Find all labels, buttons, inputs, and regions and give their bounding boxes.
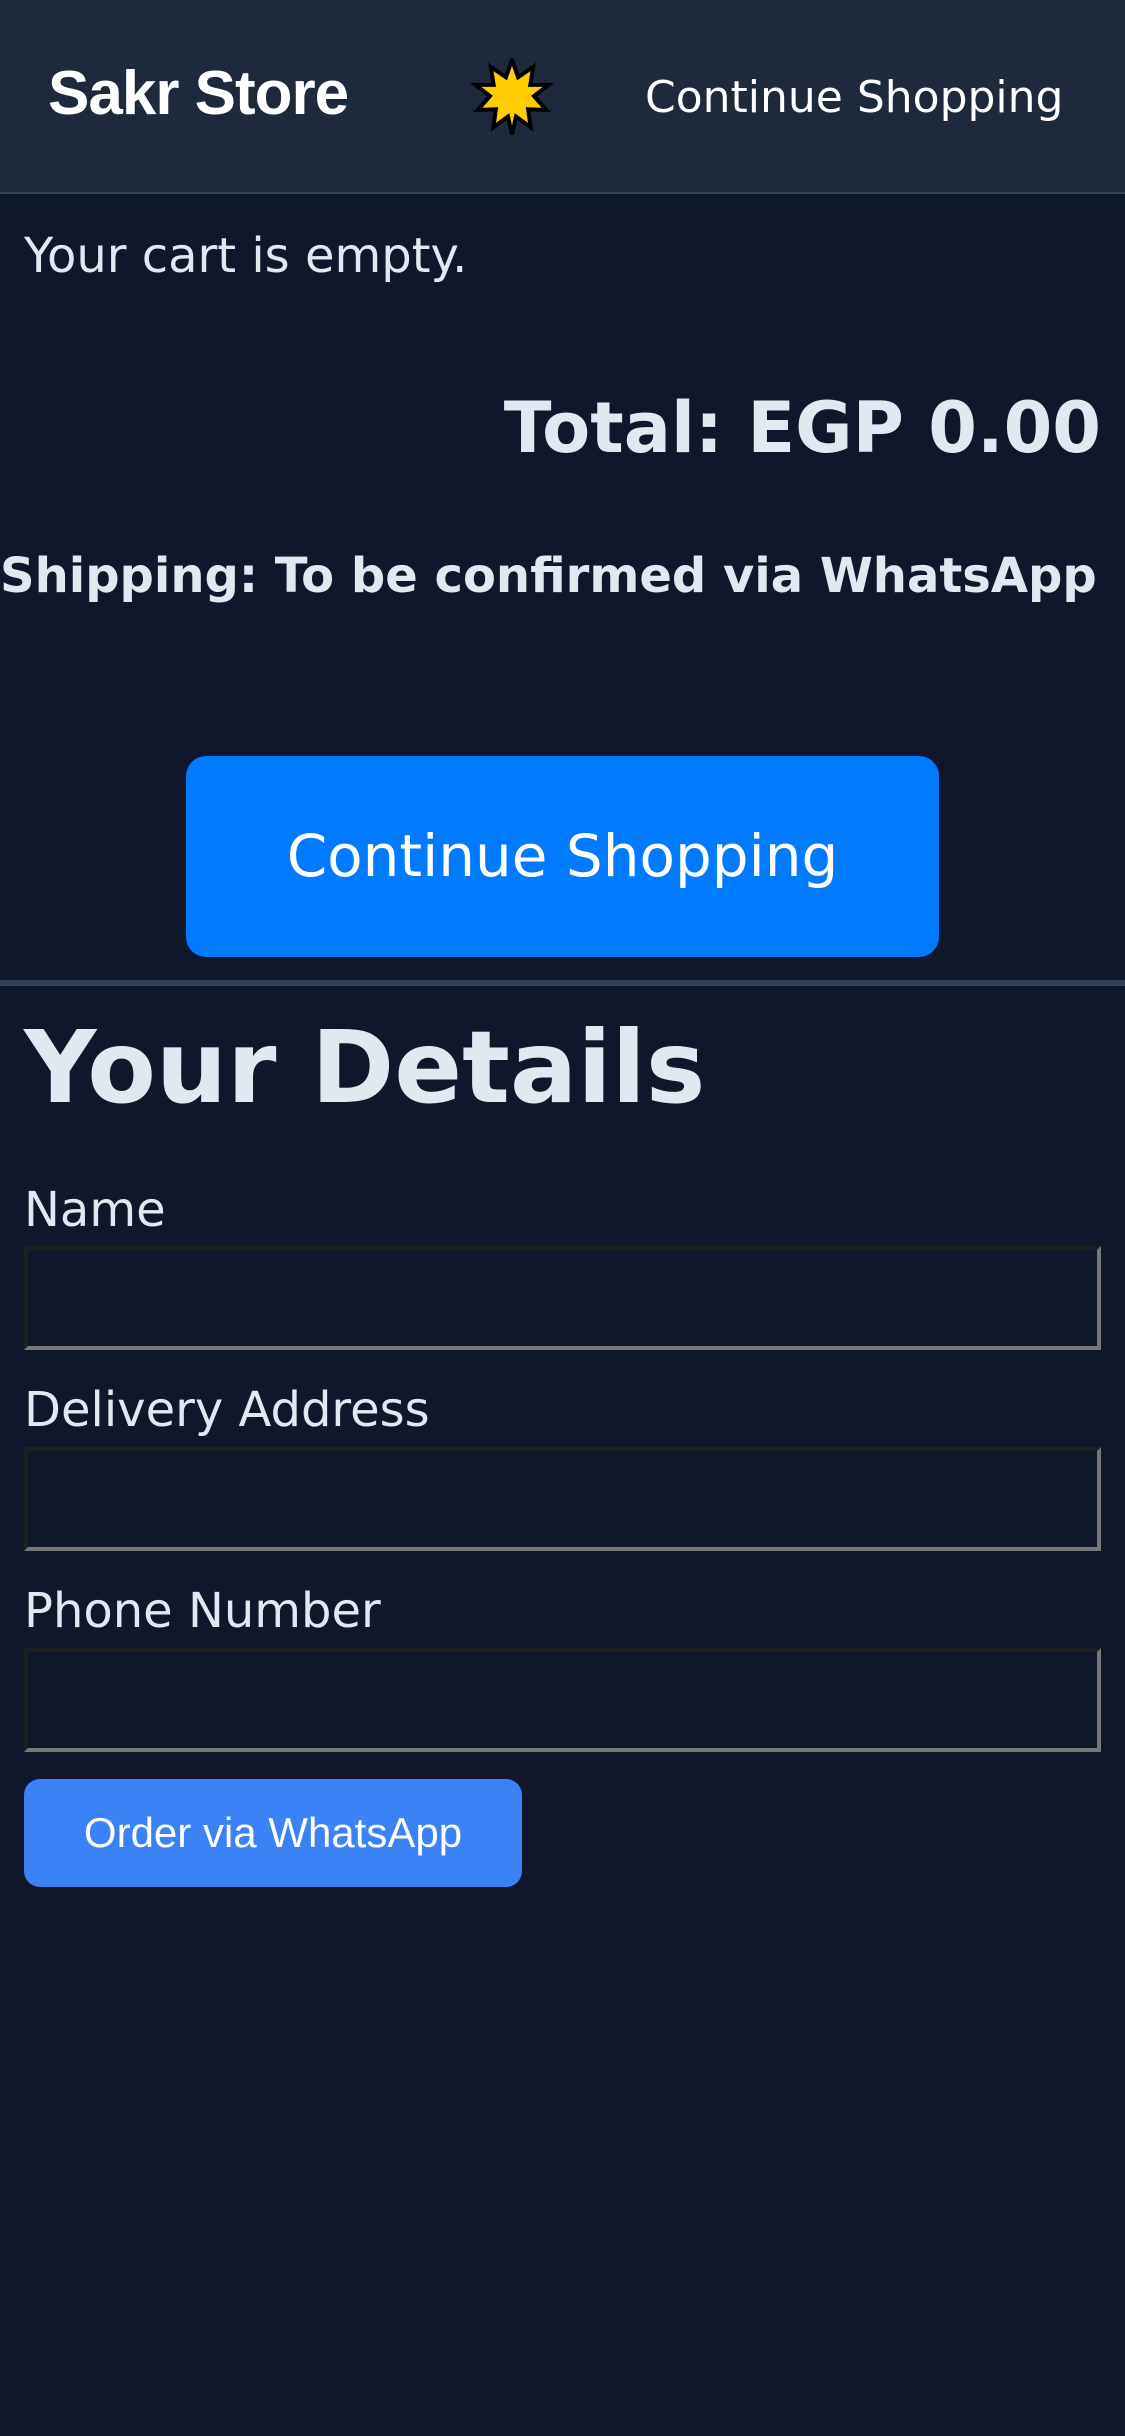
phone-number-input[interactable] xyxy=(24,1648,1101,1752)
sun-icon-graphic xyxy=(470,58,554,135)
phone-number-label: Phone Number xyxy=(24,1583,381,1639)
shipping-note: Shipping: To be confirmed via WhatsApp xyxy=(0,548,1097,604)
cart-total: Total: EGP 0.00 xyxy=(503,387,1101,469)
sun-icon[interactable] xyxy=(470,58,554,142)
name-input[interactable] xyxy=(24,1246,1101,1350)
top-header: Sakr Store Continue Shopping xyxy=(0,0,1125,194)
section-divider xyxy=(0,980,1125,986)
store-logo-text[interactable]: Sakr Store xyxy=(48,58,349,130)
continue-shopping-link[interactable]: Continue Shopping xyxy=(645,70,1063,126)
order-via-whatsapp-button[interactable]: Order via WhatsApp xyxy=(24,1779,522,1887)
name-label: Name xyxy=(24,1182,166,1238)
details-heading: Your Details xyxy=(24,1009,706,1126)
delivery-address-input[interactable] xyxy=(24,1447,1101,1551)
delivery-address-label: Delivery Address xyxy=(24,1382,430,1438)
cart-empty-message: Your cart is empty. xyxy=(24,228,468,284)
continue-shopping-button[interactable]: Continue Shopping xyxy=(186,756,939,957)
